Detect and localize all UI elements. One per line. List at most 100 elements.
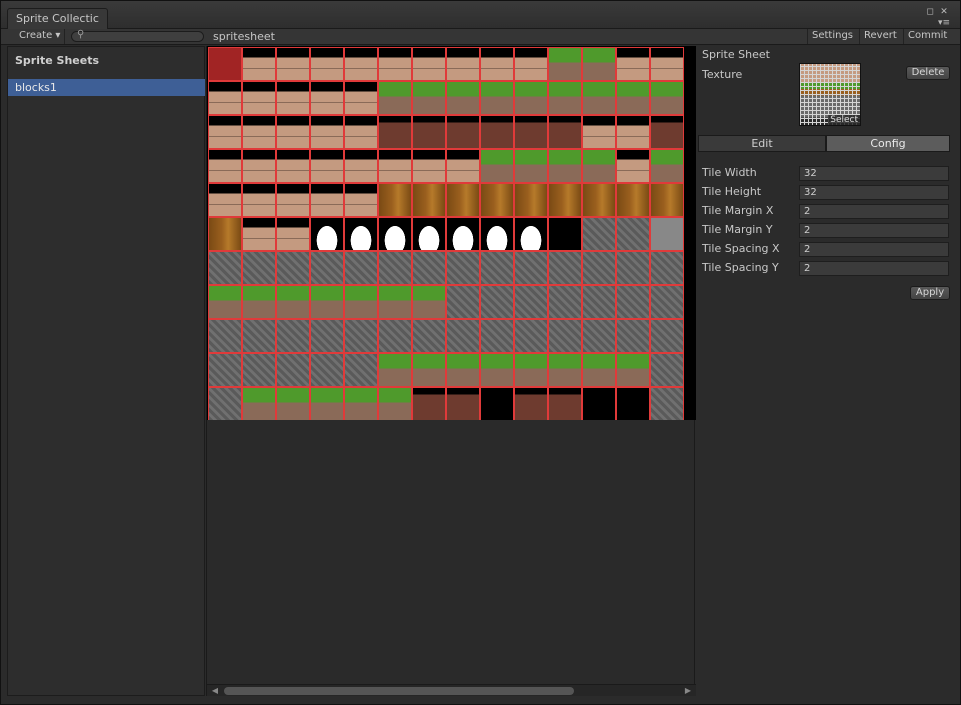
- sprite-tile[interactable]: [548, 319, 582, 353]
- sprite-tile[interactable]: [310, 81, 344, 115]
- tab-config[interactable]: Config: [826, 135, 950, 152]
- sprite-tile[interactable]: [276, 285, 310, 319]
- sprite-tile[interactable]: [582, 251, 616, 285]
- sprite-tile[interactable]: [208, 285, 242, 319]
- sprite-tile[interactable]: [446, 285, 480, 319]
- sprite-tile[interactable]: [310, 353, 344, 387]
- sprite-tile[interactable]: [310, 149, 344, 183]
- tile-spacing-y-input[interactable]: 2: [799, 261, 949, 276]
- sprite-tile[interactable]: [582, 183, 616, 217]
- sprite-tile[interactable]: [446, 319, 480, 353]
- sprite-tile[interactable]: [242, 149, 276, 183]
- sprite-tile[interactable]: [548, 353, 582, 387]
- sprite-tile[interactable]: [344, 319, 378, 353]
- apply-button[interactable]: Apply: [910, 286, 950, 300]
- sprite-tile[interactable]: [650, 251, 684, 285]
- sprite-tile[interactable]: [616, 251, 650, 285]
- tile-width-input[interactable]: 32: [799, 166, 949, 181]
- sprite-tile[interactable]: [310, 217, 344, 251]
- sprite-tile[interactable]: [276, 217, 310, 251]
- sprite-tile[interactable]: [310, 115, 344, 149]
- tile-margin-y-input[interactable]: 2: [799, 223, 949, 238]
- sprite-tile[interactable]: [548, 115, 582, 149]
- tile-margin-x-input[interactable]: 2: [799, 204, 949, 219]
- sprite-tile[interactable]: [412, 387, 446, 420]
- sprite-tile[interactable]: [548, 81, 582, 115]
- sprite-tile[interactable]: [446, 115, 480, 149]
- sprite-tile[interactable]: [412, 149, 446, 183]
- sprite-tile[interactable]: [208, 149, 242, 183]
- sprite-tile[interactable]: [412, 251, 446, 285]
- revert-button[interactable]: Revert: [859, 29, 901, 44]
- sprite-tile[interactable]: [582, 285, 616, 319]
- sprite-tile[interactable]: [446, 387, 480, 420]
- tab-edit[interactable]: Edit: [698, 135, 826, 152]
- window-tab[interactable]: Sprite Collectic: [7, 8, 108, 29]
- sprite-tile[interactable]: [276, 47, 310, 81]
- sprite-tile[interactable]: [446, 251, 480, 285]
- sprite-tile[interactable]: [378, 217, 412, 251]
- sprite-tile[interactable]: [582, 81, 616, 115]
- sprite-tile[interactable]: [412, 115, 446, 149]
- sprite-tile[interactable]: [480, 217, 514, 251]
- sprite-tile[interactable]: [412, 217, 446, 251]
- sprite-tile[interactable]: [208, 217, 242, 251]
- sprite-tile[interactable]: [344, 149, 378, 183]
- sprite-tile[interactable]: [412, 353, 446, 387]
- sprite-tile[interactable]: [480, 353, 514, 387]
- select-texture-button[interactable]: Select: [828, 115, 860, 125]
- sprite-tile[interactable]: [514, 217, 548, 251]
- sprite-tile[interactable]: [310, 285, 344, 319]
- horizontal-scrollbar[interactable]: ◀ ▶: [207, 684, 696, 696]
- sprite-tile[interactable]: [650, 81, 684, 115]
- sprite-tile[interactable]: [650, 319, 684, 353]
- sprite-tile[interactable]: [412, 47, 446, 81]
- sprite-tile[interactable]: [514, 319, 548, 353]
- sprite-tile[interactable]: [412, 319, 446, 353]
- sprite-tile[interactable]: [344, 285, 378, 319]
- sprite-tile[interactable]: [582, 217, 616, 251]
- sprite-tile[interactable]: [344, 353, 378, 387]
- sprite-tile[interactable]: [582, 115, 616, 149]
- sprite-tile[interactable]: [276, 319, 310, 353]
- sprite-tile[interactable]: [242, 47, 276, 81]
- sprite-tile[interactable]: [446, 183, 480, 217]
- sprite-tile[interactable]: [446, 217, 480, 251]
- sprite-tile[interactable]: [242, 319, 276, 353]
- sprite-tile[interactable]: [310, 183, 344, 217]
- sprite-tile[interactable]: [276, 183, 310, 217]
- sprite-tile[interactable]: [616, 115, 650, 149]
- sprite-tile[interactable]: [412, 81, 446, 115]
- sprite-tile[interactable]: [650, 149, 684, 183]
- sprite-tile[interactable]: [208, 81, 242, 115]
- sprite-tile[interactable]: [514, 183, 548, 217]
- sprite-tile[interactable]: [514, 47, 548, 81]
- sprite-tile[interactable]: [480, 285, 514, 319]
- scroll-left-icon[interactable]: ◀: [209, 685, 221, 696]
- sprite-tile[interactable]: [548, 387, 582, 420]
- sprite-tile[interactable]: [650, 183, 684, 217]
- sprite-tile[interactable]: [446, 149, 480, 183]
- sprite-tile[interactable]: [242, 353, 276, 387]
- sprite-tile[interactable]: [242, 81, 276, 115]
- sprite-tile[interactable]: [514, 81, 548, 115]
- sprite-tile[interactable]: [480, 115, 514, 149]
- sprite-tile[interactable]: [242, 183, 276, 217]
- sprite-tile[interactable]: [378, 319, 412, 353]
- sprite-tile[interactable]: [514, 149, 548, 183]
- sprite-tile[interactable]: [208, 183, 242, 217]
- sprite-tile[interactable]: [616, 319, 650, 353]
- sprite-tile[interactable]: [378, 353, 412, 387]
- tile-spacing-x-input[interactable]: 2: [799, 242, 949, 257]
- sprite-tile[interactable]: [616, 47, 650, 81]
- sprite-tile[interactable]: [514, 353, 548, 387]
- sprite-tile[interactable]: [480, 387, 514, 420]
- sprite-tile[interactable]: [208, 387, 242, 420]
- sprite-tile[interactable]: [378, 387, 412, 420]
- sprite-tile[interactable]: [276, 353, 310, 387]
- list-item-blocks1[interactable]: blocks1: [8, 79, 205, 96]
- sprite-tile[interactable]: [378, 183, 412, 217]
- sprite-tile[interactable]: [548, 285, 582, 319]
- sprite-tile[interactable]: [616, 81, 650, 115]
- sprite-tile[interactable]: [276, 387, 310, 420]
